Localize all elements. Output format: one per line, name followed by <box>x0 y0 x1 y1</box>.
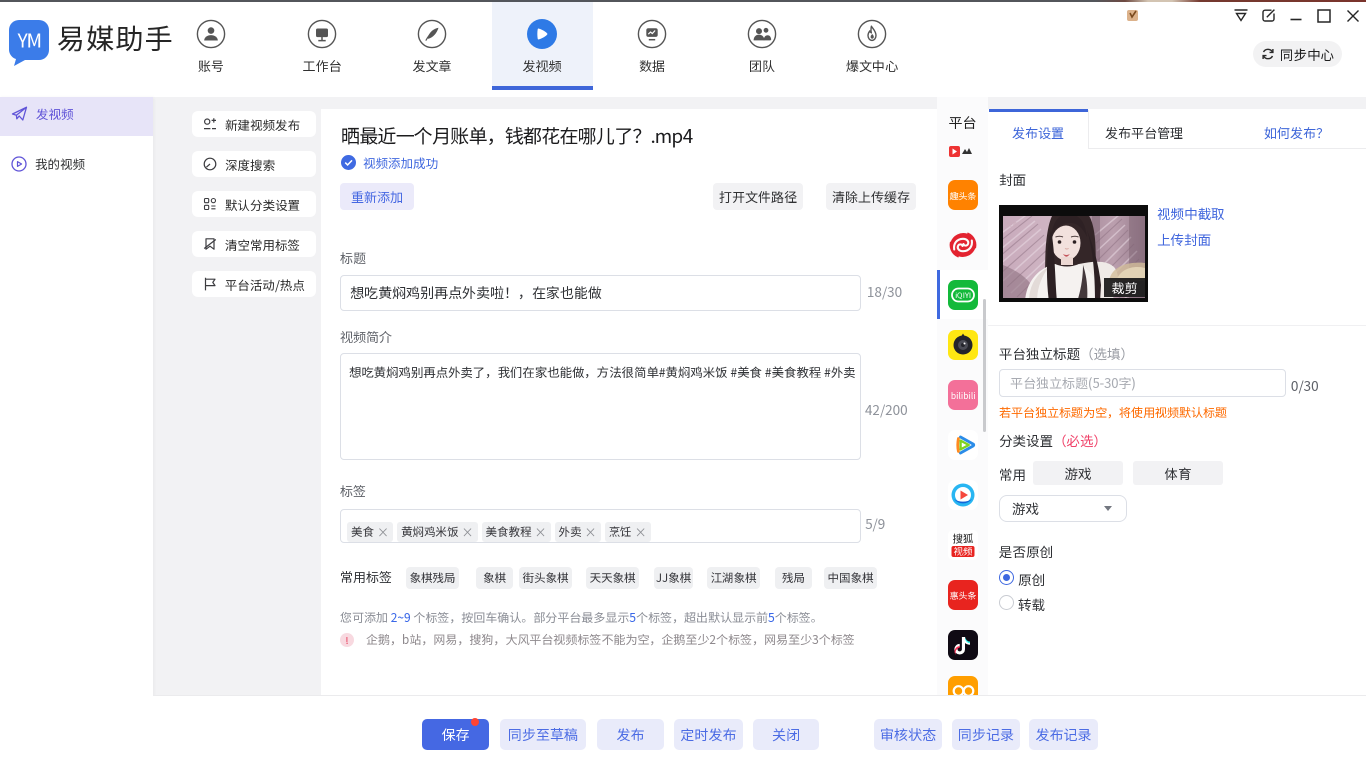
svg-text:趣头条: 趣头条 <box>949 190 976 203</box>
svg-text:视频: 视频 <box>953 544 973 558</box>
svg-text:快影: 快影 <box>1006 219 1020 229</box>
svg-text:YM: YM <box>17 27 41 54</box>
svg-text:惠头条: 惠头条 <box>949 589 976 602</box>
svg-text:bilibili: bilibili <box>951 390 976 402</box>
svg-text:iQIYI: iQIYI <box>955 290 971 301</box>
